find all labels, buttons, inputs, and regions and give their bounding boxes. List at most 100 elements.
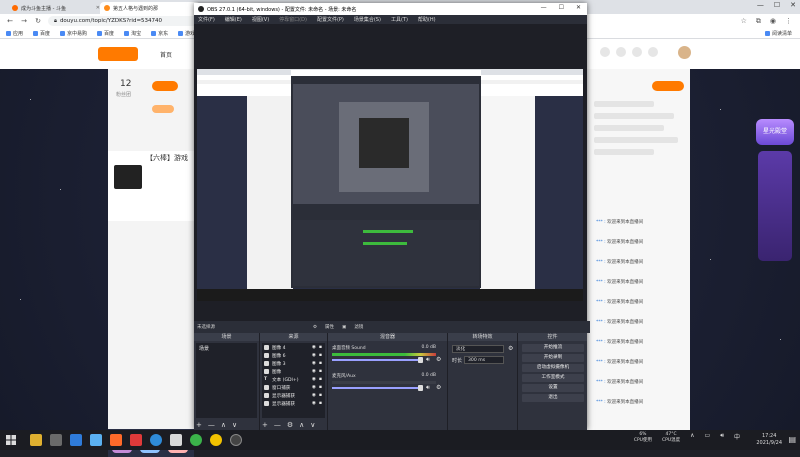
bookmark-item[interactable]: 百度	[33, 30, 50, 37]
source-item[interactable]: T 文本 (GDI+) ◉ ▪	[264, 376, 322, 383]
lock-icon[interactable]: ▪	[319, 401, 322, 406]
menu-view[interactable]: 视图(V)	[252, 16, 269, 23]
chrome-icon[interactable]	[210, 434, 222, 446]
volume-slider-handle[interactable]	[418, 357, 423, 363]
app-icon[interactable]	[170, 434, 182, 446]
app-icon[interactable]	[110, 434, 122, 446]
add-icon[interactable]: +	[196, 421, 202, 429]
menu-tools[interactable]: 工具(T)	[391, 16, 408, 23]
close-icon[interactable]: ✕	[576, 4, 581, 11]
network-icon[interactable]: ▭	[705, 432, 711, 444]
app-icon[interactable]	[130, 434, 142, 446]
douyu-logo-icon[interactable]	[98, 47, 138, 61]
menu-profile[interactable]: 配置文件(P)	[317, 16, 344, 23]
maximize-icon[interactable]: ☐	[559, 4, 564, 11]
menu-help[interactable]: 帮助(H)	[418, 16, 436, 23]
chevron-up-icon[interactable]: ∧	[690, 432, 694, 444]
cpu-usage-widget[interactable]: 6% CPU使用	[634, 432, 652, 444]
preview-canvas[interactable]	[197, 69, 583, 301]
lock-icon[interactable]: ▪	[319, 345, 322, 350]
bookmark-item[interactable]: 游戏	[178, 30, 195, 37]
move-down-icon[interactable]: ∨	[232, 421, 237, 429]
filter-icon[interactable]: ▣	[342, 325, 346, 330]
lock-icon[interactable]: ▪	[319, 393, 322, 398]
duration-input[interactable]: 300 ms	[464, 356, 504, 364]
eye-icon[interactable]: ◉	[312, 377, 316, 382]
move-down-icon[interactable]: ∨	[310, 421, 315, 429]
lock-icon[interactable]: ▪	[319, 377, 322, 382]
source-item[interactable]: 图像 ◉ ▪	[264, 368, 322, 375]
history-icon[interactable]	[648, 47, 658, 57]
profile-icon[interactable]: ◉	[770, 17, 776, 26]
scene-item[interactable]: 场景	[199, 345, 209, 352]
source-item[interactable]: 显示器捕获 ◉ ▪	[264, 392, 322, 399]
source-item[interactable]: 图像 3 ◉ ▪	[264, 360, 322, 367]
app-icon[interactable]	[70, 434, 82, 446]
eye-icon[interactable]: ◉	[312, 385, 316, 390]
nav-home[interactable]: 首页	[160, 50, 172, 59]
source-item[interactable]: 图像 4 ◉ ▪	[264, 344, 322, 351]
speaker-icon[interactable]: 🔊︎	[426, 356, 430, 364]
start-streaming-button[interactable]: 开始推流	[522, 344, 584, 352]
app-icon[interactable]	[50, 434, 62, 446]
minimize-icon[interactable]: —	[757, 1, 764, 9]
star-icon[interactable]: ☆	[741, 17, 747, 26]
eye-icon[interactable]: ◉	[312, 345, 316, 350]
notification-icon[interactable]	[600, 47, 610, 57]
eye-icon[interactable]: ◉	[312, 369, 316, 374]
transition-select[interactable]: 淡化	[452, 345, 504, 353]
bookmark-item[interactable]: 京中易购	[60, 30, 87, 37]
bookmark-item[interactable]: 淘宝	[124, 30, 141, 37]
windows-start-icon[interactable]	[6, 435, 16, 445]
volume-icon[interactable]: 🔊︎	[720, 432, 724, 444]
gear-icon[interactable]: ⚙	[508, 345, 513, 352]
reading-list[interactable]: 阅读清单	[764, 30, 792, 37]
remove-icon[interactable]: —	[274, 421, 281, 429]
lock-icon[interactable]: ▪	[319, 385, 322, 390]
volume-slider[interactable]	[332, 387, 422, 389]
promo-banner[interactable]: 星光殿堂	[752, 119, 796, 269]
move-up-icon[interactable]: ∧	[221, 421, 226, 429]
browser-tab[interactable]: 成为斗鱼主播 - 斗鱼 ✕	[8, 2, 104, 14]
extension-icon[interactable]: ⧉	[756, 17, 761, 26]
follow-icon[interactable]	[632, 47, 642, 57]
close-icon[interactable]: ✕	[790, 1, 796, 9]
eye-icon[interactable]: ◉	[312, 401, 316, 406]
message-icon[interactable]	[616, 47, 626, 57]
lock-icon[interactable]: ▪	[319, 353, 322, 358]
minimize-icon[interactable]: —	[541, 4, 547, 11]
bookmark-item[interactable]: 应用	[6, 30, 23, 37]
settings-button[interactable]: 设置	[522, 384, 584, 392]
forward-icon[interactable]: →	[20, 17, 28, 25]
menu-icon[interactable]: ⋮	[785, 17, 792, 26]
start-recording-button[interactable]: 开始录制	[522, 354, 584, 362]
notification-icon[interactable]: ▤	[788, 435, 796, 444]
app-icon[interactable]	[90, 434, 102, 446]
move-up-icon[interactable]: ∧	[299, 421, 304, 429]
volume-slider-handle[interactable]	[418, 385, 423, 391]
source-item[interactable]: 窗口捕获 ◉ ▪	[264, 384, 322, 391]
filters-button[interactable]: 滤镜	[354, 324, 363, 330]
pk-button[interactable]	[652, 81, 684, 91]
gear-icon[interactable]: ⚙	[287, 421, 293, 429]
eye-icon[interactable]: ◉	[312, 353, 316, 358]
volume-slider[interactable]	[332, 359, 422, 361]
avatar[interactable]	[678, 46, 691, 59]
start-virtual-camera-button[interactable]: 启动虚拟摄像机	[522, 364, 584, 372]
menu-edit[interactable]: 编辑(E)	[225, 16, 242, 23]
gear-icon[interactable]: ⚙	[436, 384, 441, 391]
bookmark-item[interactable]: 京东	[151, 30, 168, 37]
gear-icon[interactable]: ⚙	[313, 325, 317, 330]
edge-icon[interactable]	[150, 434, 162, 446]
eye-icon[interactable]: ◉	[312, 393, 316, 398]
eye-icon[interactable]: ◉	[312, 361, 316, 366]
lock-icon[interactable]: ▪	[319, 361, 322, 366]
source-item[interactable]: 图像 6 ◉ ▪	[264, 352, 322, 359]
cpu-temp-widget[interactable]: 47°C CPU温度	[662, 432, 680, 444]
clock[interactable]: 17:24 2021/9/24	[756, 433, 782, 447]
reload-icon[interactable]: ↻	[34, 17, 42, 25]
gear-icon[interactable]: ⚙	[436, 356, 441, 363]
studio-mode-button[interactable]: 工作室模式	[522, 374, 584, 382]
browser-tab-active[interactable]: 第五人格与遇到的那	[100, 2, 200, 14]
back-icon[interactable]: ←	[6, 17, 14, 25]
